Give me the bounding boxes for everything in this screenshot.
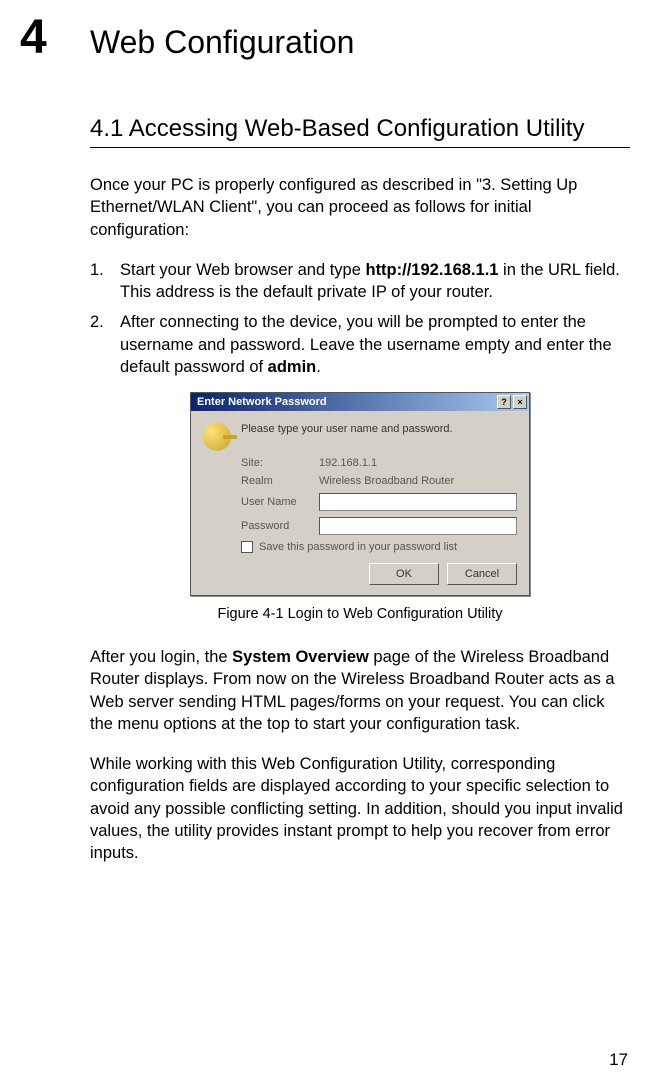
chapter-title: Web Configuration [90,24,354,61]
content-area: 4.1 Accessing Web-Based Configuration Ut… [90,115,630,865]
titlebar-buttons: ? × [497,395,527,409]
dialog-prompt-row: Please type your user name and password. [203,423,517,451]
password-row: Password [241,517,517,535]
site-label: Site: [241,457,311,469]
cancel-button[interactable]: Cancel [447,563,517,585]
text: After you login, the [90,648,232,666]
dialog-titlebar: Enter Network Password ? × [191,393,529,411]
dialog-fields: Site: 192.168.1.1 Realm Wireless Broadba… [241,457,517,553]
figure: Enter Network Password ? × Please type y… [90,392,630,622]
save-password-row: Save this password in your password list [241,541,517,553]
username-row: User Name [241,493,517,511]
step-number: 1. [90,259,120,304]
text: After connecting to the device, you will… [120,313,612,376]
text: . [316,358,321,376]
help-button[interactable]: ? [497,395,511,409]
step-body: Start your Web browser and type http://1… [120,259,630,304]
dialog-prompt: Please type your user name and password. [241,423,453,451]
page: 4 Web Configuration 4.1 Accessing Web-Ba… [0,0,650,903]
username-label: User Name [241,496,311,508]
login-dialog: Enter Network Password ? × Please type y… [190,392,530,596]
username-input[interactable] [319,493,517,511]
chapter-number: 4 [20,10,80,65]
text: Start your Web browser and type [120,261,365,279]
dialog-body: Please type your user name and password.… [191,411,529,595]
save-password-label: Save this password in your password list [259,541,457,553]
step-body: After connecting to the device, you will… [120,311,630,378]
ok-button[interactable]: OK [369,563,439,585]
body-paragraph: While working with this Web Configuratio… [90,753,630,864]
list-item: 2. After connecting to the device, you w… [90,311,630,378]
dialog-buttons: OK Cancel [203,563,517,585]
key-icon [203,423,231,451]
realm-row: Realm Wireless Broadband Router [241,475,517,487]
password-text: admin [268,358,317,376]
step-number: 2. [90,311,120,378]
realm-value: Wireless Broadband Router [319,475,454,487]
page-number: 17 [609,1050,628,1070]
body-paragraph: After you login, the System Overview pag… [90,646,630,735]
save-password-checkbox[interactable] [241,541,253,553]
password-label: Password [241,520,311,532]
realm-label: Realm [241,475,311,487]
list-item: 1. Start your Web browser and type http:… [90,259,630,304]
site-row: Site: 192.168.1.1 [241,457,517,469]
page-name-text: System Overview [232,648,369,666]
url-text: http://192.168.1.1 [365,261,498,279]
site-value: 192.168.1.1 [319,457,377,469]
figure-caption: Figure 4-1 Login to Web Configuration Ut… [217,606,502,622]
intro-paragraph: Once your PC is properly configured as d… [90,174,630,241]
password-input[interactable] [319,517,517,535]
chapter-header: 4 Web Configuration [20,10,630,65]
steps-list: 1. Start your Web browser and type http:… [90,259,630,378]
close-button[interactable]: × [513,395,527,409]
dialog-title: Enter Network Password [197,396,327,408]
section-title: 4.1 Accessing Web-Based Configuration Ut… [90,115,630,148]
